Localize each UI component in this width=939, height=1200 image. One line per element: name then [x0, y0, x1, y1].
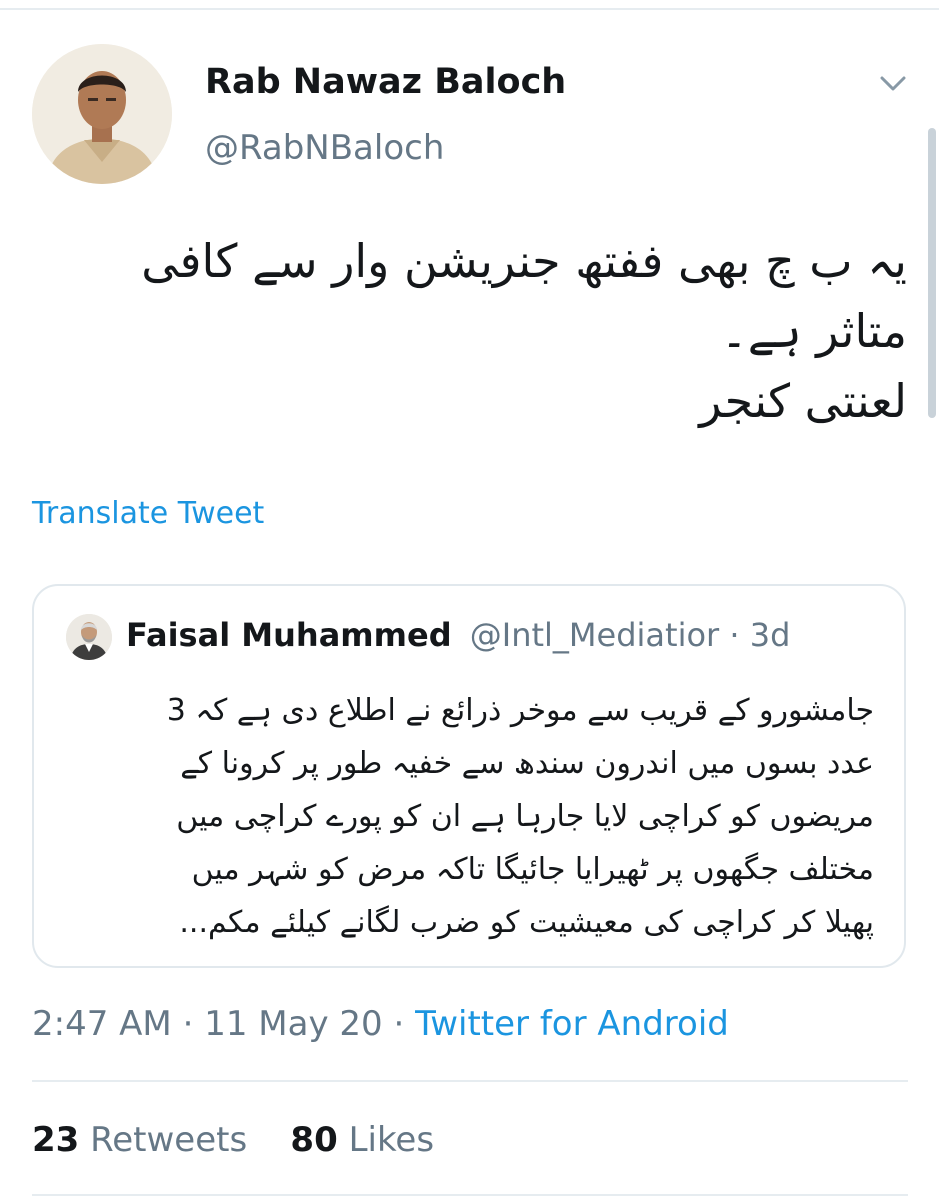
- quoted-author-handle: @Intl_Mediatior: [469, 616, 720, 654]
- author-name[interactable]: Rab Nawaz Baloch: [205, 62, 566, 102]
- divider: [32, 1194, 908, 1196]
- tweet-time: 2:47 AM: [32, 1004, 172, 1044]
- tweet-text: یہ ب چ بھی ففتھ جنریشن وار سے کافی متاثر…: [27, 226, 907, 436]
- tweet-text-line: متاثر ہے۔: [720, 304, 907, 358]
- tweet-source-link[interactable]: Twitter for Android: [415, 1004, 729, 1044]
- quoted-author-avatar: [66, 614, 112, 660]
- retweets-stat[interactable]: 23 Retweets: [32, 1120, 247, 1160]
- scrollbar[interactable]: [928, 128, 936, 418]
- tweet-text-line: لعنتی کنجر: [699, 374, 907, 428]
- top-divider: [0, 8, 939, 10]
- quoted-text-line: پھیلا کر کراچی کی معیشیت کو ضرب لگانے کی…: [179, 905, 874, 940]
- tweet-meta: 2:47 AM · 11 May 20 · Twitter for Androi…: [32, 1004, 729, 1044]
- quoted-tweet-header: Faisal Muhammed @Intl_Mediatior · 3d: [126, 616, 790, 654]
- likes-label: Likes: [348, 1120, 435, 1160]
- retweets-label: Retweets: [90, 1120, 248, 1160]
- separator-dot: ·: [393, 1004, 405, 1044]
- divider: [32, 1080, 908, 1082]
- retweets-count: 23: [32, 1120, 80, 1160]
- quoted-text-line: مریضوں کو کراچی لایا جارہا ہے ان کو پورے…: [176, 799, 874, 834]
- quoted-text-line: عدد بسوں میں اندرون سندھ سے خفیہ طور پر …: [180, 746, 874, 781]
- quoted-tweet-time: 3d: [749, 616, 791, 654]
- separator-dot: ·: [729, 616, 740, 654]
- quoted-tweet-text: جامشورو کے قریب سے موخر ذرائع نے اطلاع د…: [54, 684, 874, 949]
- translate-tweet-link[interactable]: Translate Tweet: [32, 496, 264, 531]
- tweet-text-line: یہ ب چ بھی ففتھ جنریشن وار سے کافی: [141, 234, 907, 288]
- chevron-down-icon[interactable]: [876, 66, 910, 100]
- author-handle[interactable]: @RabNBaloch: [205, 128, 444, 168]
- likes-stat[interactable]: 80 Likes: [290, 1120, 434, 1160]
- tweet-stats: 23 Retweets 80 Likes: [32, 1120, 434, 1160]
- quoted-text-line: مختلف جگھوں پر ٹھیرایا جائیگا تاکہ مرض ک…: [191, 852, 874, 887]
- likes-count: 80: [290, 1120, 338, 1160]
- separator-dot: ·: [182, 1004, 194, 1044]
- tweet-date: 11 May 20: [204, 1004, 383, 1044]
- quoted-text-line: جامشورو کے قریب سے موخر ذرائع نے اطلاع د…: [166, 693, 874, 728]
- quoted-author-name: Faisal Muhammed: [126, 616, 452, 654]
- quoted-tweet-card[interactable]: Faisal Muhammed @Intl_Mediatior · 3d جام…: [32, 584, 906, 968]
- author-avatar[interactable]: [32, 44, 172, 184]
